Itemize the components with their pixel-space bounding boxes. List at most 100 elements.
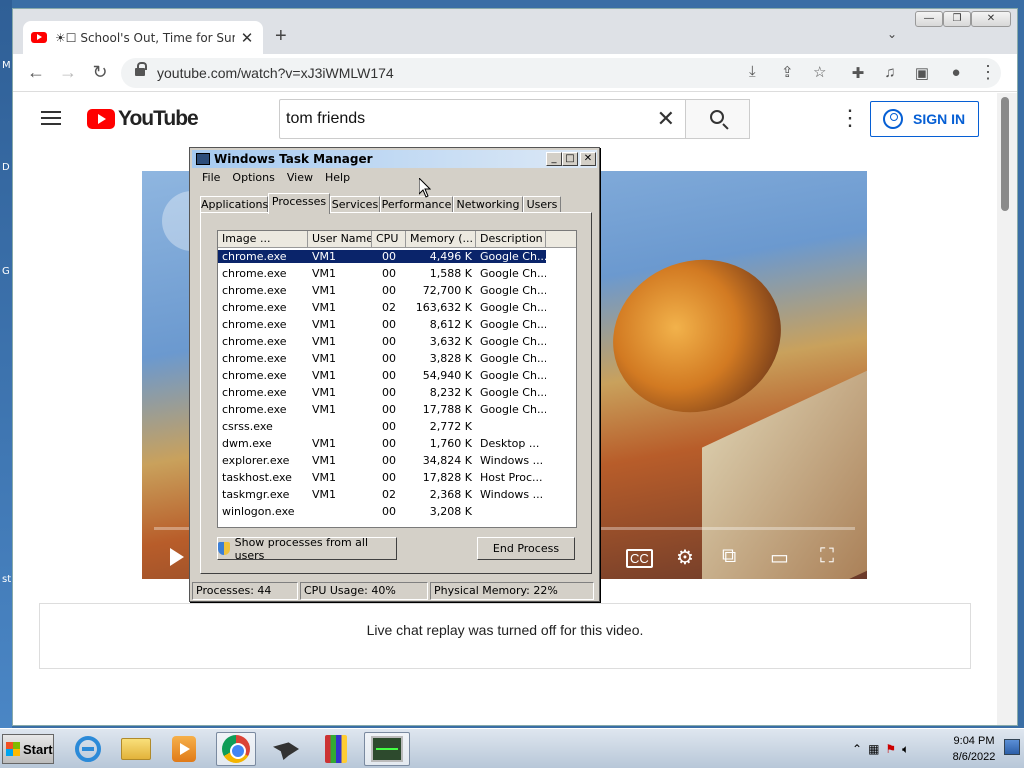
profile-avatar-icon[interactable]: ● — [945, 64, 967, 81]
table-row[interactable]: chrome.exe VM1 00 3,632 K Google Ch... — [218, 333, 576, 350]
miniplayer-icon[interactable]: ⧉ — [722, 545, 736, 568]
search-query-text[interactable]: tom friends — [286, 110, 365, 128]
tab-applications[interactable]: Applications — [200, 196, 268, 213]
process-memory: 72,700 K — [422, 284, 472, 297]
table-row[interactable]: chrome.exe VM1 00 4,496 K Google Ch... — [218, 248, 576, 265]
show-all-processes-button[interactable]: Show processes from all users — [217, 536, 397, 562]
taskbar-task-manager[interactable] — [364, 732, 410, 766]
table-row[interactable]: explorer.exe VM1 00 34,824 K Windows ... — [218, 452, 576, 469]
tray-action-center-icon[interactable]: ⚑ — [885, 742, 896, 756]
taskbar-clock[interactable]: 9:04 PM 8/6/2022 — [944, 733, 1004, 765]
column-description[interactable]: Description — [476, 231, 546, 247]
table-row[interactable]: taskmgr.exe VM1 02 2,368 K Windows ... — [218, 486, 576, 503]
side-panel-icon[interactable]: ▣ — [911, 64, 933, 82]
taskbar-chrome[interactable] — [216, 732, 256, 766]
table-row[interactable]: taskhost.exe VM1 00 17,828 K Host Proc... — [218, 469, 576, 486]
minimize-button[interactable]: — — [915, 11, 943, 27]
tab-search-chevron-icon[interactable]: ⌄ — [887, 27, 897, 41]
tab-services[interactable]: Services — [330, 196, 380, 213]
column-cpu[interactable]: CPU — [372, 231, 406, 247]
table-row[interactable]: dwm.exe VM1 00 1,760 K Desktop ... — [218, 435, 576, 452]
new-tab-button[interactable]: + — [275, 25, 287, 48]
restore-button[interactable]: ❐ — [943, 11, 971, 27]
chrome-menu-icon[interactable]: ⋮ — [977, 62, 999, 83]
process-cpu: 00 — [382, 386, 396, 399]
share-icon[interactable]: ⇪ — [781, 63, 794, 81]
tab-networking[interactable]: Networking — [453, 196, 523, 213]
tray-expand-icon[interactable]: ⌃ — [852, 742, 862, 756]
search-input[interactable]: tom friends ✕ — [279, 99, 686, 139]
menu-options[interactable]: Options — [226, 171, 280, 184]
tab-performance[interactable]: Performance — [380, 196, 453, 213]
desktop-icon-label[interactable]: M — [2, 60, 11, 71]
bookmark-star-icon[interactable]: ☆ — [813, 63, 826, 81]
more-options-icon[interactable]: ⋮ — [839, 107, 861, 129]
close-window-button[interactable]: ✕ — [971, 11, 1011, 27]
process-list[interactable]: Image ... User Name CPU Memory (... Desc… — [217, 230, 577, 528]
theater-mode-icon[interactable]: ▭ — [770, 545, 789, 570]
tm-maximize-button[interactable]: □ — [562, 152, 578, 166]
table-row[interactable]: chrome.exe VM1 02 163,632 K Google Ch... — [218, 299, 576, 316]
url-text[interactable]: youtube.com/watch?v=xJ3iWMLW174 — [157, 65, 394, 81]
table-row[interactable]: csrss.exe 00 2,772 K — [218, 418, 576, 435]
process-description: Desktop ... — [480, 437, 540, 450]
install-app-icon[interactable]: ⤓ — [749, 63, 756, 80]
end-process-button[interactable]: End Process — [477, 537, 575, 560]
settings-gear-icon[interactable]: ⚙ — [676, 545, 694, 570]
table-row[interactable]: chrome.exe VM1 00 3,828 K Google Ch... — [218, 350, 576, 367]
tab-close-icon[interactable]: ✕ — [239, 29, 255, 47]
tab-youtube[interactable]: ☀☐ School's Out, Time for Summer ✕ — [23, 21, 263, 54]
search-button[interactable] — [686, 99, 750, 139]
play-icon[interactable] — [170, 548, 184, 566]
tray-network-icon[interactable]: ▦ — [868, 742, 879, 756]
media-control-icon[interactable]: ♫ — [879, 64, 901, 81]
process-image-name: taskmgr.exe — [222, 488, 290, 501]
tm-close-button[interactable]: ✕ — [580, 152, 596, 166]
table-row[interactable]: chrome.exe VM1 00 8,612 K Google Ch... — [218, 316, 576, 333]
table-row[interactable]: chrome.exe VM1 00 17,788 K Google Ch... — [218, 401, 576, 418]
taskbar-media-player[interactable] — [164, 732, 204, 766]
fullscreen-icon[interactable]: ⛶ — [820, 545, 834, 568]
page-scrollbar[interactable] — [997, 93, 1017, 725]
table-row[interactable]: winlogon.exe 00 3,208 K — [218, 503, 576, 520]
desktop-icon-label[interactable]: st — [2, 574, 11, 585]
column-image-name[interactable]: Image ... — [218, 231, 308, 247]
start-button[interactable]: Start — [2, 734, 54, 764]
column-memory[interactable]: Memory (... — [406, 231, 476, 247]
tab-processes[interactable]: Processes — [268, 193, 330, 214]
menu-help[interactable]: Help — [319, 171, 356, 184]
desktop-icon-label[interactable]: D — [2, 162, 10, 173]
table-row[interactable]: chrome.exe VM1 00 8,232 K Google Ch... — [218, 384, 576, 401]
desktop-icon-label[interactable]: G — [2, 266, 10, 277]
address-bar[interactable]: youtube.com/watch?v=xJ3iWMLW174 ⤓ ⇪ ☆ — [121, 58, 1001, 88]
column-user-name[interactable]: User Name — [308, 231, 372, 247]
tray-volume-icon[interactable]: 🔈︎ — [902, 742, 909, 757]
forward-arrow-icon[interactable]: → — [57, 62, 79, 83]
extensions-icon[interactable]: ✚ — [847, 64, 869, 82]
lock-icon[interactable] — [135, 62, 147, 76]
tab-strip: ☀☐ School's Out, Time for Summer ✕ + ⌄ —… — [13, 9, 1017, 54]
taskbar-paint-app[interactable] — [316, 732, 356, 766]
sign-in-button[interactable]: SIGN IN — [870, 101, 979, 137]
show-desktop-button[interactable] — [1004, 739, 1020, 755]
tab-users[interactable]: Users — [523, 196, 561, 213]
menu-file[interactable]: File — [196, 171, 226, 184]
taskbar-internet-explorer[interactable] — [68, 732, 108, 766]
reload-icon[interactable]: ↻ — [89, 62, 111, 83]
taskbar-tool-app[interactable] — [266, 732, 306, 766]
table-row[interactable]: chrome.exe VM1 00 54,940 K Google Ch... — [218, 367, 576, 384]
captions-icon[interactable]: CC — [626, 549, 653, 568]
table-row[interactable]: chrome.exe VM1 00 72,700 K Google Ch... — [218, 282, 576, 299]
hamburger-menu-icon[interactable] — [41, 111, 61, 125]
taskbar-file-explorer[interactable] — [116, 732, 156, 766]
youtube-logo[interactable]: YouTube — [87, 107, 199, 131]
menu-view[interactable]: View — [281, 171, 319, 184]
table-row[interactable]: chrome.exe VM1 00 1,588 K Google Ch... — [218, 265, 576, 282]
process-description: Google Ch... — [480, 301, 546, 314]
clear-search-icon[interactable]: ✕ — [657, 106, 675, 132]
task-manager-titlebar[interactable]: Windows Task Manager _ □ ✕ — [192, 150, 597, 168]
scrollbar-thumb[interactable] — [1001, 97, 1009, 211]
tm-minimize-button[interactable]: _ — [546, 152, 562, 166]
back-arrow-icon[interactable]: ← — [25, 62, 47, 83]
process-cpu: 00 — [382, 335, 396, 348]
